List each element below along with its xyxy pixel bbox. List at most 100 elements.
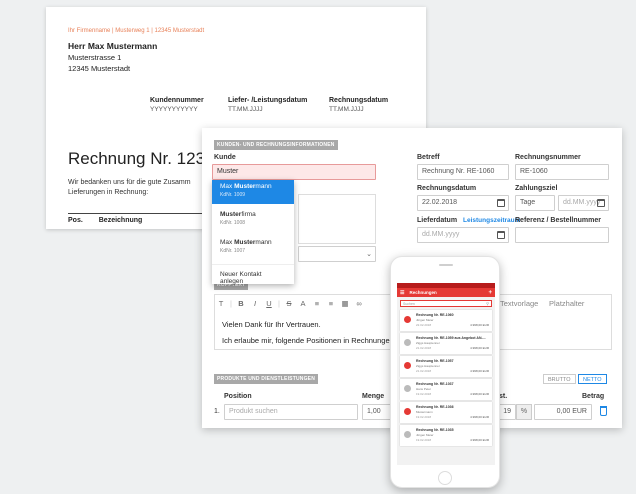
- phone-search-input[interactable]: Suchen ⚲: [400, 300, 492, 307]
- home-button[interactable]: [438, 471, 452, 485]
- betrag-input[interactable]: 0,00 EUR: [534, 404, 592, 420]
- phone-speaker: [439, 264, 453, 266]
- col-position: Position: [224, 393, 252, 400]
- leistungszeitraum-link[interactable]: Leistungszeitraum: [463, 217, 520, 224]
- new-contact-option[interactable]: Neuer Kontakt anlegen: [212, 264, 294, 291]
- textvorlage-button[interactable]: Textvorlage: [500, 299, 538, 308]
- referenz-label: Referenz / Bestellnummer: [515, 217, 601, 224]
- bullet-list-icon[interactable]: ≡: [310, 299, 324, 308]
- lieferdatum-input[interactable]: dd.MM.yyyy: [417, 227, 509, 243]
- dropdown-item[interactable]: Max Mustermann KdNr. 1009: [212, 180, 294, 204]
- invoice-title: Rechnung Nr. RE-1035: [416, 428, 454, 432]
- invoice-title: Rechnung Nr. 12345: [68, 149, 224, 168]
- invoice-title: Rechnung Nr. RE-1037: [416, 382, 454, 386]
- calendar-icon[interactable]: [497, 231, 505, 239]
- calendar-icon[interactable]: [497, 199, 505, 207]
- section-products-header: PRODUKTE UND DIENSTLEISTUNGEN: [214, 374, 319, 384]
- zahlungsziel-days-input[interactable]: Tage: [515, 195, 555, 211]
- invoice-date: 21.02.2018: [416, 346, 432, 350]
- invoice-title: Rechnung Nr. RE-1057: [416, 359, 454, 363]
- invoice-amount: 4.998,00 EUR: [470, 369, 489, 373]
- letter-columns: Pos. Bezeichnung: [68, 217, 143, 224]
- table-icon[interactable]: ▦: [338, 299, 352, 308]
- italic-icon[interactable]: I: [248, 299, 262, 308]
- invoice-list-item[interactable]: Rechnung Nr. RE-1057 Ziggs Hauptenner 21.0…: [400, 356, 492, 377]
- invoice-list-item[interactable]: Rechnung Nr. RE-1059 aus Angebot AN-... Z…: [400, 333, 492, 354]
- phone-screen: ☰ Rechnungen + Suchen ⚲ Rechnung Nr. RE-…: [397, 283, 495, 465]
- dropdown-item[interactable]: Max Mustermann KdNr. 1007: [212, 236, 294, 260]
- status-dot-icon: [404, 431, 411, 438]
- rechnungsnummer-label: Rechnungsnummer: [515, 154, 581, 161]
- invoice-amount: 4.998,00 EUR: [470, 346, 489, 350]
- phone-appbar: ☰ Rechnungen +: [397, 288, 495, 297]
- invoice-amount: 4.998,00 EUR: [470, 323, 489, 327]
- dropdown-item[interactable]: Musterfirma KdNr. 1008: [212, 208, 294, 232]
- invoice-list-item[interactable]: Rechnung Nr. RE-1036 Mustermann 19.02.2018…: [400, 402, 492, 423]
- add-icon[interactable]: +: [488, 290, 492, 296]
- phone-mockup: ☰ Rechnungen + Suchen ⚲ Rechnung Nr. RE-…: [390, 256, 500, 488]
- netto-toggle[interactable]: NETTO: [578, 374, 607, 384]
- customer-autocomplete-dropdown: Max Mustermann KdNr. 1009 Musterfirma Kd…: [212, 180, 294, 285]
- rechnungsdatum-label: Rechnungsdatum: [417, 185, 477, 192]
- product-search-input[interactable]: Produkt suchen: [224, 404, 358, 420]
- invoice-amount: 4.998,00 EUR: [470, 392, 489, 396]
- bold-icon[interactable]: B: [234, 299, 248, 308]
- menu-icon[interactable]: ☰: [400, 290, 404, 296]
- invoice-amount: 4.998,00 EUR: [470, 438, 489, 442]
- numbered-list-icon[interactable]: ≡: [324, 299, 338, 308]
- strikethrough-icon[interactable]: S: [282, 299, 296, 308]
- invoice-date: 21.02.2018: [416, 369, 432, 373]
- invoice-list-item[interactable]: Rechnung Nr. RE-1037 Hans Peter 19.02.2018…: [400, 379, 492, 400]
- editor-toolbar: T | B I U | S A ≡ ≡ ▦ ∞: [214, 296, 366, 310]
- lieferdatum-label: Lieferdatum: [417, 217, 458, 224]
- search-icon: ⚲: [486, 301, 489, 306]
- underline-icon[interactable]: U: [262, 299, 276, 308]
- customer-search-input[interactable]: Muster: [212, 164, 376, 180]
- invoice-list-item[interactable]: Rechnung Nr. RE-1035 Jürgen Meier 19.02.20…: [400, 425, 492, 446]
- link-icon[interactable]: ∞: [352, 299, 366, 308]
- status-dot-icon: [404, 316, 411, 323]
- platzhalter-button[interactable]: Platzhalter: [549, 299, 584, 308]
- status-dot-icon: [404, 408, 411, 415]
- ust-input[interactable]: 19: [498, 404, 516, 420]
- invoice-customer: Ziggs Hauptenner: [416, 341, 440, 345]
- section-customer-header: KUNDEN- UND RECHNUNGSINFORMATIONEN: [214, 140, 338, 150]
- chevron-down-icon: ⌄: [366, 251, 372, 258]
- menge-input[interactable]: 1,00: [362, 404, 392, 420]
- percent-suffix: %: [516, 404, 532, 420]
- betreff-label: Betreff: [417, 154, 440, 161]
- invoice-date: 19.02.2018: [416, 392, 432, 396]
- invoice-date: 22.02.2018: [416, 323, 432, 327]
- invoice-customer: Hans Peter: [416, 387, 432, 391]
- rechnungsnummer-input[interactable]: RE-1060: [515, 164, 609, 180]
- text-style-icon[interactable]: T: [214, 299, 228, 308]
- status-dot-icon: [404, 339, 411, 346]
- invoice-customer: Jürgen Meier: [416, 318, 434, 322]
- phone-title: Rechnungen: [409, 290, 437, 295]
- referenz-input[interactable]: [515, 227, 609, 243]
- invoice-title: Rechnung Nr. RE-1036: [416, 405, 454, 409]
- zahlungsziel-label: Zahlungsziel: [515, 185, 558, 192]
- betreff-input[interactable]: Rechnung Nr. RE-1060: [417, 164, 509, 180]
- zahlungsziel-date-input[interactable]: dd.MM.yyyy: [558, 195, 609, 211]
- invoice-title: Rechnung Nr. RE-1060: [416, 313, 454, 317]
- address-textarea[interactable]: [298, 194, 376, 244]
- col-menge: Menge: [362, 393, 385, 400]
- meta-kundennummer: Kundennummer YYYYYYYYYYY: [150, 97, 204, 113]
- calendar-icon[interactable]: [597, 199, 605, 207]
- invoice-list: Rechnung Nr. RE-1060 Jürgen Meier 22.02.20…: [397, 310, 495, 446]
- contact-select[interactable]: ⌄: [298, 246, 376, 262]
- status-dot-icon: [404, 385, 411, 392]
- row-number: 1.: [214, 408, 220, 415]
- meta-rechnungsdatum: Rechnungsdatum TT.MM.JJJJ: [329, 97, 389, 113]
- rechnungsdatum-input[interactable]: 22.02.2018: [417, 195, 509, 211]
- brutto-toggle[interactable]: BRUTTO: [543, 374, 576, 384]
- invoice-list-item[interactable]: Rechnung Nr. RE-1060 Jürgen Meier 22.02.20…: [400, 310, 492, 331]
- editor-line-2: Ich erlaube mir, folgende Positionen in …: [222, 336, 400, 345]
- recipient-address: Herr Max Mustermann Musterstrasse 1 1234…: [68, 41, 157, 74]
- recipient-name: Herr Max Mustermann: [68, 41, 158, 51]
- status-dot-icon: [404, 362, 411, 369]
- text-color-icon[interactable]: A: [296, 299, 310, 308]
- trash-icon[interactable]: [600, 406, 607, 416]
- invoice-date: 19.02.2018: [416, 415, 432, 419]
